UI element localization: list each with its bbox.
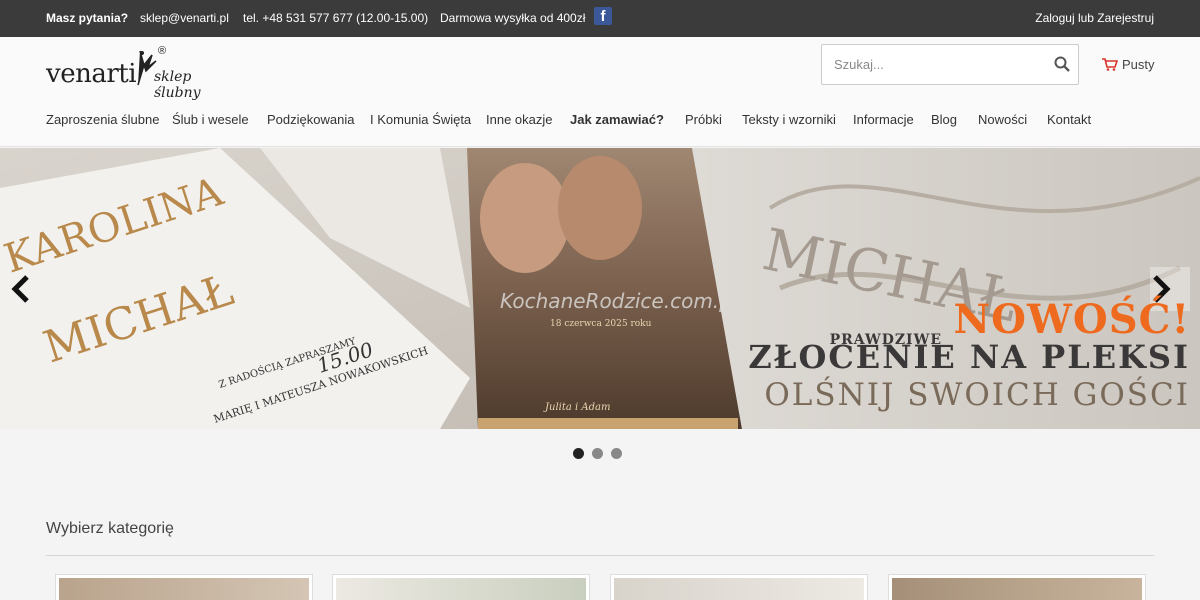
nav-samples[interactable]: Próbki bbox=[685, 112, 722, 127]
slider-prev-button[interactable] bbox=[10, 267, 50, 311]
logo-script: sklep ślubny bbox=[154, 69, 201, 101]
nav-wedding-invitations[interactable]: Zaproszenia ślubne bbox=[46, 112, 159, 127]
logo[interactable]: venarti ® sklep ślubny bbox=[46, 45, 236, 101]
top-bar: Masz pytania? sklep@venarti.pl tel. +48 … bbox=[0, 0, 1200, 37]
login-register-link[interactable]: Zaloguj lub Zarejestruj bbox=[1035, 11, 1154, 25]
nav-how-to-order[interactable]: Jak zamawiać? bbox=[570, 112, 664, 127]
hero-slider: KAROLINA MICHAŁ Z RADOŚCIĄ ZAPRASZAMY MA… bbox=[0, 148, 1200, 429]
svg-text:Julita i Adam: Julita i Adam bbox=[543, 402, 610, 413]
category-image bbox=[614, 578, 864, 600]
slider-dots bbox=[573, 446, 630, 459]
category-card[interactable] bbox=[55, 574, 313, 600]
category-title: Wybierz kategorię bbox=[46, 520, 174, 537]
category-image bbox=[336, 578, 586, 600]
nav-wedding-party[interactable]: Ślub i wesele bbox=[172, 112, 249, 127]
cart-label: Pusty bbox=[1122, 57, 1155, 72]
cart[interactable]: Pusty bbox=[1102, 57, 1155, 72]
category-divider bbox=[46, 555, 1154, 556]
search-box bbox=[821, 44, 1079, 85]
registered-mark: ® bbox=[158, 45, 167, 57]
category-card[interactable] bbox=[888, 574, 1146, 600]
promo-new: NOWOŚĆ! bbox=[953, 296, 1190, 343]
nav-first-communion[interactable]: I Komunia Święta bbox=[370, 112, 471, 127]
slider-dot-2[interactable] bbox=[592, 448, 603, 459]
contact-question: Masz pytania? bbox=[46, 11, 129, 25]
nav-contact[interactable]: Kontakt bbox=[1047, 112, 1091, 127]
chevron-left-icon bbox=[11, 275, 29, 303]
category-card[interactable] bbox=[610, 574, 868, 600]
header: venarti ® sklep ślubny Pusty Zaproszenia… bbox=[0, 37, 1200, 147]
category-image bbox=[892, 578, 1142, 600]
cart-icon bbox=[1102, 58, 1118, 71]
facebook-icon[interactable]: f bbox=[594, 7, 612, 25]
logo-text: venarti bbox=[46, 59, 137, 89]
nav-thank-you[interactable]: Podziękowania bbox=[267, 112, 354, 127]
nav-other-occasions[interactable]: Inne okazje bbox=[486, 112, 553, 127]
free-shipping-info: Darmowa wysyłka od 400zł bbox=[440, 11, 586, 25]
slider-dot-3[interactable] bbox=[611, 448, 622, 459]
nav-texts-patterns[interactable]: Teksty i wzorniki bbox=[742, 112, 836, 127]
svg-text:KochaneRodzice.com.pl: KochaneRodzice.com.pl bbox=[500, 289, 738, 313]
nav-new[interactable]: Nowości bbox=[978, 112, 1027, 127]
nav-information[interactable]: Informacje bbox=[853, 112, 914, 127]
contact-phone: tel. +48 531 577 677 (12.00-15.00) bbox=[243, 11, 429, 25]
promo-subheadline: OLŚNIJ SWOICH GOŚCI bbox=[764, 377, 1190, 413]
slider-dot-1[interactable] bbox=[573, 448, 584, 459]
contact-email-link[interactable]: sklep@venarti.pl bbox=[140, 11, 229, 25]
nav-blog[interactable]: Blog bbox=[931, 112, 957, 127]
category-card[interactable] bbox=[332, 574, 590, 600]
search-icon[interactable] bbox=[1054, 56, 1070, 72]
promo-headline: ZŁOCENIE NA PLEKSI bbox=[748, 338, 1190, 376]
search-input[interactable] bbox=[822, 45, 1042, 84]
category-image bbox=[59, 578, 309, 600]
svg-text:18 czerwca 2025 roku: 18 czerwca 2025 roku bbox=[550, 319, 652, 329]
